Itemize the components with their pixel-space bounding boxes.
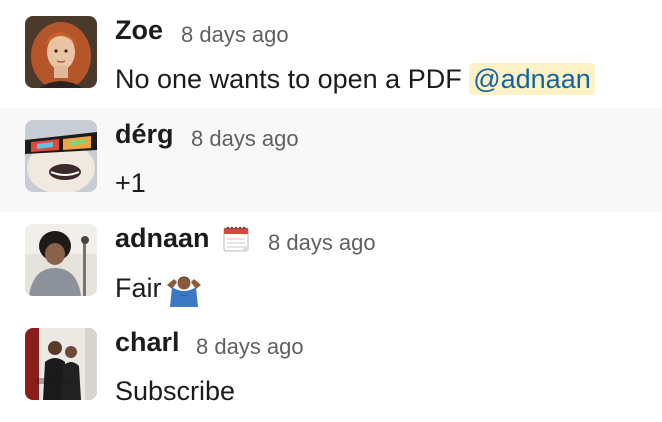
derg-dog-sunglasses-avatar[interactable] [25,120,97,192]
message-body: No one wants to open a PDF [115,64,462,94]
message-item: charl 8 days ago Subscribe [0,316,662,420]
author-name[interactable]: dérg [115,119,174,150]
charl-avatar[interactable] [25,328,97,400]
shrug-icon [165,273,203,307]
calendar-icon[interactable] [221,224,251,254]
zoe-avatar[interactable] [25,16,97,88]
timestamp[interactable]: 8 days ago [181,22,289,48]
user-mention[interactable]: @adnaan [469,63,595,95]
author-name[interactable]: Zoe [115,15,163,46]
timestamp[interactable]: 8 days ago [191,126,299,152]
message-text: Subscribe [115,376,236,406]
timestamp[interactable]: 8 days ago [268,230,376,256]
adnaan-avatar[interactable] [25,224,97,296]
message-item: adnaan 8 days ago Fair [0,212,662,316]
author-name[interactable]: adnaan [115,223,210,254]
message-body: Fair [115,273,162,304]
author-name[interactable]: charl [115,327,180,358]
message-item: dérg 8 days ago +1 [0,108,662,212]
message-text: No one wants to open a PDF @adnaan [115,63,595,95]
timestamp[interactable]: 8 days ago [196,334,304,360]
message-text: +1 [115,168,146,198]
message-text: Fair [115,273,203,307]
message-item: Zoe 8 days ago No one wants to open a PD… [0,4,662,108]
